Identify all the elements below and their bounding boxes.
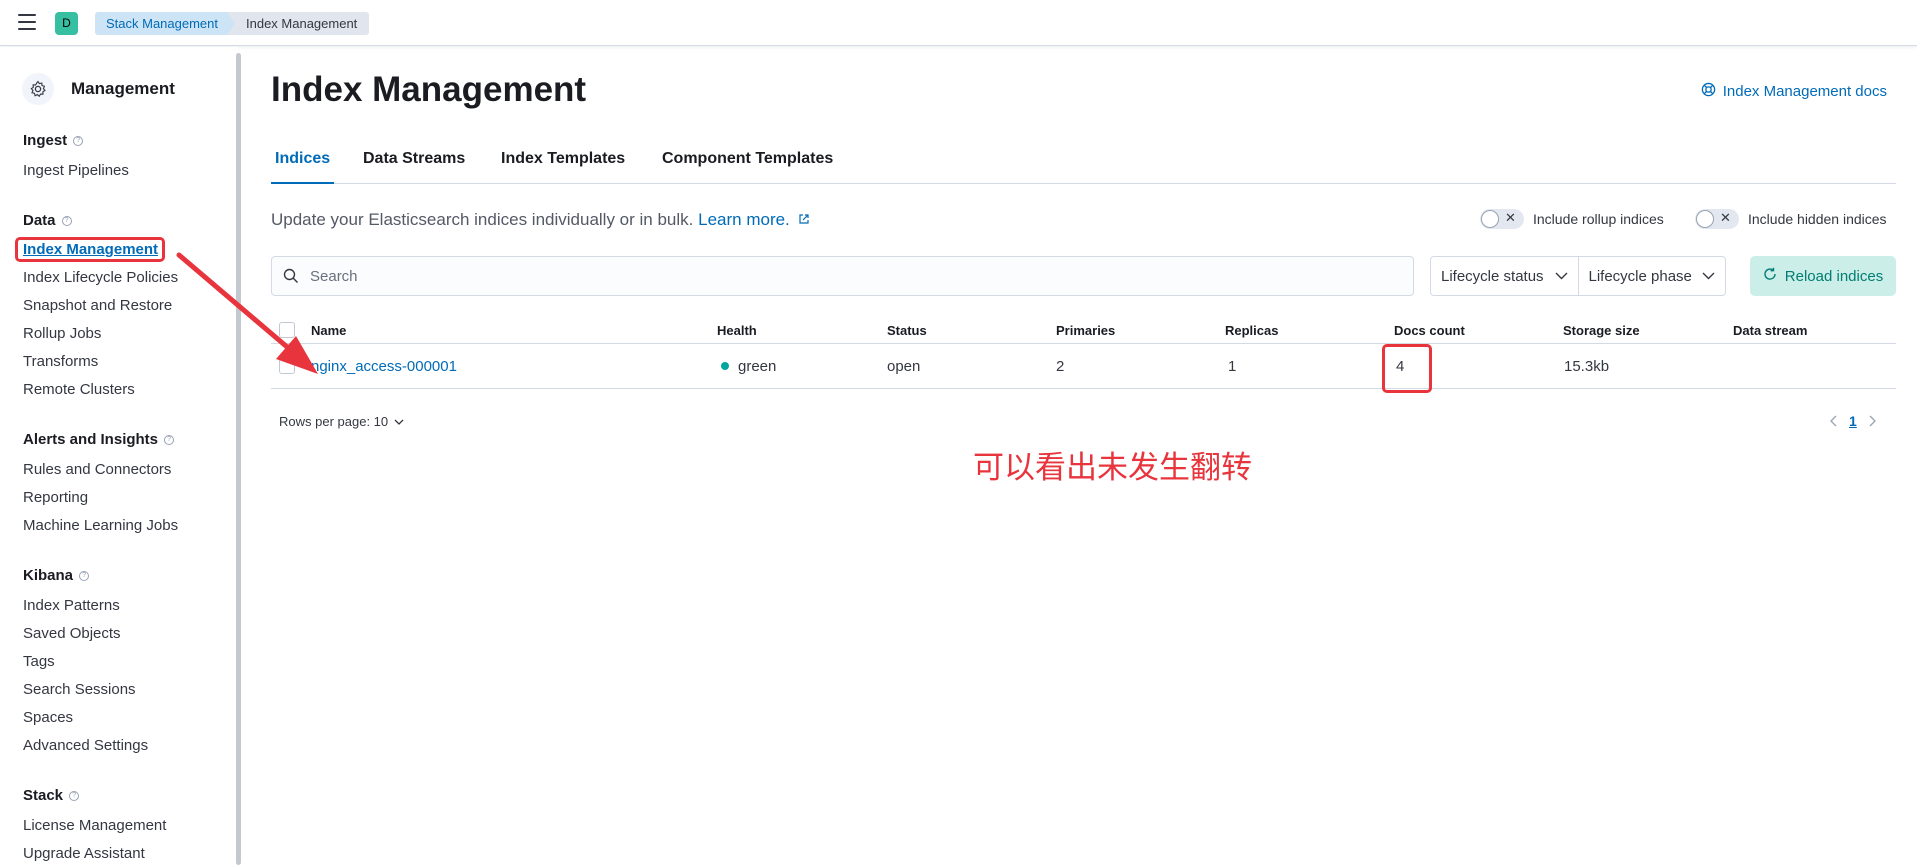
chevron-left-icon[interactable]	[1829, 415, 1837, 427]
sidebar-group-stack: Stack?	[23, 787, 80, 804]
learn-more-link[interactable]: Learn more.	[698, 210, 809, 229]
sidebar-header: Management	[22, 73, 175, 105]
sidebar-item-advanced-settings[interactable]: Advanced Settings	[23, 737, 148, 754]
col-data-stream[interactable]: Data stream	[1733, 317, 1807, 343]
toggle-label: Include hidden indices	[1748, 211, 1887, 227]
sidebar-group-kibana: Kibana?	[23, 567, 90, 584]
top-header: D Stack Management Index Management	[0, 0, 1917, 46]
page-title: Index Management	[271, 70, 587, 109]
sidebar-item-tags[interactable]: Tags	[23, 653, 55, 670]
sidebar-item-rollup-jobs[interactable]: Rollup Jobs	[23, 325, 101, 342]
col-storage-size[interactable]: Storage size	[1563, 317, 1640, 343]
sidebar-item-spaces[interactable]: Spaces	[23, 709, 73, 726]
tab-indices[interactable]: Indices	[271, 143, 335, 184]
row-checkbox[interactable]	[279, 358, 295, 374]
sidebar-group-data: Data?	[23, 212, 72, 229]
toggle-label: Include rollup indices	[1533, 211, 1664, 227]
filter-group: Lifecycle status Lifecycle phase	[1430, 256, 1726, 296]
tab-index-templates[interactable]: Index Templates	[497, 143, 629, 184]
tabs: Indices Data Streams Index Templates Com…	[271, 143, 1896, 184]
cross-icon: ✕	[1505, 210, 1516, 225]
table-row: nginx_access-000001 green open 2 1 4 15.…	[271, 344, 1896, 389]
sidebar-group-alerts: Alerts and Insights?	[23, 431, 175, 448]
question-icon: ?	[73, 135, 84, 146]
status-cell: open	[887, 357, 921, 375]
sidebar-item-index-lifecycle-policies[interactable]: Index Lifecycle Policies	[23, 269, 178, 286]
sidebar-item-reporting[interactable]: Reporting	[23, 489, 88, 506]
pagination: 1	[1829, 413, 1877, 429]
sidebar-group-ingest: Ingest?	[23, 132, 84, 149]
space-avatar[interactable]: D	[55, 12, 78, 35]
refresh-icon	[1763, 267, 1777, 285]
breadcrumb-index-management: Index Management	[227, 12, 370, 35]
hidden-switch[interactable]: ✕	[1695, 209, 1739, 229]
tab-data-streams[interactable]: Data Streams	[359, 143, 469, 184]
question-icon: ?	[61, 215, 72, 226]
sidebar-item-ingest-pipelines[interactable]: Ingest Pipelines	[23, 162, 129, 179]
replicas-cell: 1	[1228, 357, 1237, 375]
sidebar-item-transforms[interactable]: Transforms	[23, 353, 98, 370]
question-icon: ?	[164, 434, 175, 445]
tab-component-templates[interactable]: Component Templates	[658, 143, 837, 184]
highlight-box-index-management	[15, 237, 165, 262]
row-checkbox-cell	[279, 344, 295, 388]
col-health[interactable]: Health	[717, 317, 757, 343]
toggle-rollup-indices[interactable]: ✕ Include rollup indices	[1480, 209, 1664, 229]
storage-size-cell: 15.3kb	[1564, 357, 1610, 375]
breadcrumb-stack-management[interactable]: Stack Management	[95, 12, 238, 35]
sidebar-scrollbar[interactable]	[236, 53, 241, 865]
search-icon	[283, 268, 299, 289]
select-all-checkbox[interactable]	[279, 322, 295, 338]
search-input[interactable]	[310, 265, 1400, 287]
sidebar-item-index-patterns[interactable]: Index Patterns	[23, 597, 120, 614]
sidebar: Management Ingest? Ingest Pipelines Data…	[0, 47, 238, 865]
health-cell: green	[721, 344, 776, 388]
sidebar-title: Management	[71, 79, 175, 98]
search-field[interactable]	[271, 256, 1414, 296]
rows-per-page-button[interactable]: Rows per page: 10	[279, 414, 404, 429]
filter-lifecycle-phase[interactable]: Lifecycle phase	[1577, 257, 1726, 295]
chevron-down-icon	[1702, 272, 1715, 280]
annotation-arrow	[176, 252, 318, 374]
chevron-down-icon	[394, 419, 404, 425]
col-primaries[interactable]: Primaries	[1056, 317, 1115, 343]
col-replicas[interactable]: Replicas	[1225, 317, 1278, 343]
col-name[interactable]: Name	[311, 317, 346, 343]
select-all-checkbox-cell	[279, 317, 295, 343]
reload-indices-button[interactable]: Reload indices	[1750, 256, 1896, 296]
page-description: Update your Elasticsearch indices indivi…	[271, 210, 810, 230]
indices-table: Name Health Status Primaries Replicas Do…	[271, 317, 1896, 389]
chevron-right-icon[interactable]	[1869, 415, 1877, 427]
docs-link[interactable]: Index Management docs	[1701, 82, 1887, 101]
external-link-icon	[798, 214, 809, 224]
sidebar-item-upgrade-assistant[interactable]: Upgrade Assistant	[23, 845, 145, 862]
index-name-link[interactable]: nginx_access-000001	[311, 344, 457, 388]
help-icon	[1701, 82, 1716, 101]
page-button[interactable]: 1	[1849, 413, 1857, 429]
table-header: Name Health Status Primaries Replicas Do…	[271, 317, 1896, 344]
filter-lifecycle-status[interactable]: Lifecycle status	[1431, 257, 1578, 295]
toggle-hidden-indices[interactable]: ✕ Include hidden indices	[1695, 209, 1887, 229]
col-docs-count[interactable]: Docs count	[1394, 317, 1465, 343]
rollup-switch[interactable]: ✕	[1480, 209, 1524, 229]
annotation-text: 可以看出未发生翻转	[973, 450, 1252, 486]
question-icon: ?	[79, 570, 90, 581]
col-status[interactable]: Status	[887, 317, 927, 343]
health-dot-icon	[721, 362, 729, 370]
question-icon: ?	[69, 790, 80, 801]
cross-icon: ✕	[1720, 210, 1731, 225]
chevron-down-icon	[1555, 272, 1567, 280]
primaries-cell: 2	[1056, 357, 1065, 375]
sidebar-item-remote-clusters[interactable]: Remote Clusters	[23, 381, 135, 398]
sidebar-item-rules-connectors[interactable]: Rules and Connectors	[23, 461, 171, 478]
gear-icon	[22, 73, 54, 105]
sidebar-item-search-sessions[interactable]: Search Sessions	[23, 681, 136, 698]
sidebar-item-snapshot-and-restore[interactable]: Snapshot and Restore	[23, 297, 172, 314]
sidebar-item-ml-jobs[interactable]: Machine Learning Jobs	[23, 517, 178, 534]
sidebar-item-saved-objects[interactable]: Saved Objects	[23, 625, 121, 642]
menu-icon[interactable]	[18, 14, 36, 30]
sidebar-item-license-management[interactable]: License Management	[23, 817, 166, 834]
highlight-box-docs-count	[1382, 344, 1432, 393]
